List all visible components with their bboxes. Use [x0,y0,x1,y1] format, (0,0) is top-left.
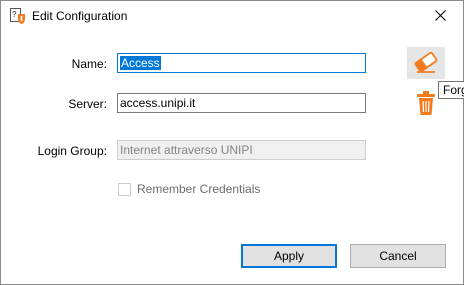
server-input[interactable]: access.unipi.it [117,93,366,113]
delete-button[interactable] [407,88,445,120]
login-group-label: Login Group: [37,144,107,158]
trash-icon [415,90,437,119]
remember-credentials-checkbox [118,182,131,196]
login-group-value: Internet attraverso UNIPI [120,143,253,157]
cancel-button[interactable]: Cancel [350,244,446,268]
login-group-field: Internet attraverso UNIPI [117,140,366,160]
forget-credentials-button[interactable] [407,47,445,79]
server-label: Server: [68,97,107,111]
title-bar: ? Edit Configuration [1,1,463,32]
close-icon [434,9,446,24]
window-title: Edit Configuration [32,9,128,23]
edit-configuration-dialog: ? Edit Configuration Name: Access Server… [0,0,464,285]
name-label: Name: [71,57,107,71]
remember-credentials-label: Remember Credentials [137,182,261,196]
close-button[interactable] [417,1,463,32]
eraser-icon [413,50,439,77]
apply-button[interactable]: Apply [241,244,337,268]
key-shield-icon: ? [10,8,26,24]
name-input[interactable]: Access [117,53,366,73]
remember-credentials-row: Remember Credentials [118,182,260,196]
name-input-value: Access [120,56,161,70]
server-input-value: access.unipi.it [120,96,196,110]
svg-text:?: ? [12,10,17,19]
